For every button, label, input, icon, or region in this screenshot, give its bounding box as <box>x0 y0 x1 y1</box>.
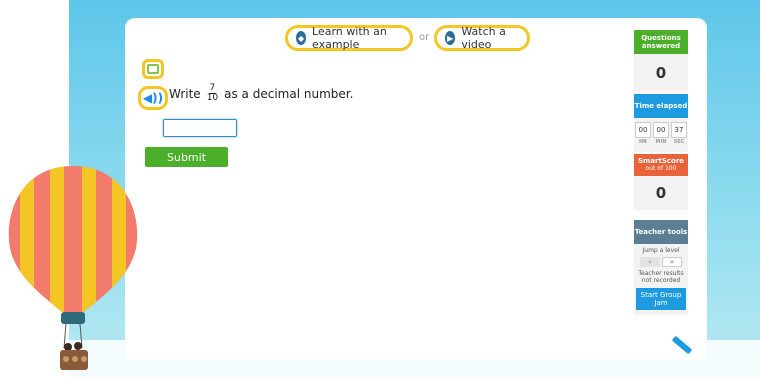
balloon-skirt <box>61 312 85 324</box>
question-text: Write 7 10 as a decimal number. <box>169 84 353 103</box>
time-minutes: 00 <box>653 122 669 138</box>
start-group-jam-button[interactable]: Start Group Jam <box>636 288 686 310</box>
fullscreen-button[interactable] <box>142 59 164 79</box>
teacher-tools-body: Jump a level « » Teacher results not rec… <box>634 244 688 315</box>
hours-unit: HR <box>638 139 648 145</box>
time-seconds: 37 <box>671 122 687 138</box>
smartscore-label: SmartScore <box>637 157 685 165</box>
time-elapsed-label: Time elapsed <box>634 94 688 118</box>
smartscore-header: SmartScore out of 100 <box>634 154 688 176</box>
hot-air-balloon-illustration <box>8 166 138 370</box>
smartscore-sub: out of 100 <box>645 165 677 172</box>
learn-with-example-button[interactable]: ◆ Learn with an example <box>285 25 413 51</box>
teacher-tools-label: Teacher tools <box>634 220 688 244</box>
jump-level-label: Jump a level <box>642 247 680 254</box>
seconds-unit: SEC <box>673 139 685 145</box>
minutes-unit: MIN <box>655 139 667 145</box>
smartscore-panel: SmartScore out of 100 0 <box>634 154 688 210</box>
question-suffix: as a decimal number. <box>224 86 354 101</box>
time-display: 00 HR 00 MIN 37 SEC <box>634 118 688 152</box>
expand-icon <box>147 64 159 74</box>
or-label: or <box>419 32 430 43</box>
practice-card: ◆ Learn with an example or ▶ Watch a vid… <box>125 18 707 360</box>
fraction-denominator: 10 <box>206 93 219 103</box>
play-icon: ▶ <box>445 31 456 45</box>
submit-button[interactable]: Submit <box>145 147 228 167</box>
read-aloud-button[interactable]: ◀)) <box>138 86 168 110</box>
answer-input[interactable] <box>163 119 237 137</box>
speaker-icon: ◀)) <box>142 91 164 105</box>
question-prefix: Write <box>169 86 201 101</box>
jump-prev-button[interactable]: « <box>640 257 660 267</box>
watch-video-label: Watch a video <box>461 25 506 51</box>
learn-example-label: Learn with an example <box>312 25 387 51</box>
jump-next-button[interactable]: » <box>662 257 682 267</box>
questions-answered-label: Questions answered <box>634 30 688 54</box>
questions-answered-panel: Questions answered 0 <box>634 30 688 92</box>
teacher-tools-panel: Teacher tools Jump a level « » Teacher r… <box>634 220 688 315</box>
fraction: 7 10 <box>207 84 218 103</box>
teacher-results-note: Teacher results not recorded <box>638 270 684 284</box>
watch-video-button[interactable]: ▶ Watch a video <box>434 25 530 51</box>
questions-answered-value: 0 <box>634 54 688 92</box>
time-hours: 00 <box>635 122 651 138</box>
lightbulb-icon: ◆ <box>296 31 307 45</box>
smartscore-value: 0 <box>634 176 688 210</box>
time-elapsed-panel: Time elapsed 00 HR 00 MIN 37 SEC <box>634 94 688 152</box>
balloon-envelope <box>8 166 138 312</box>
